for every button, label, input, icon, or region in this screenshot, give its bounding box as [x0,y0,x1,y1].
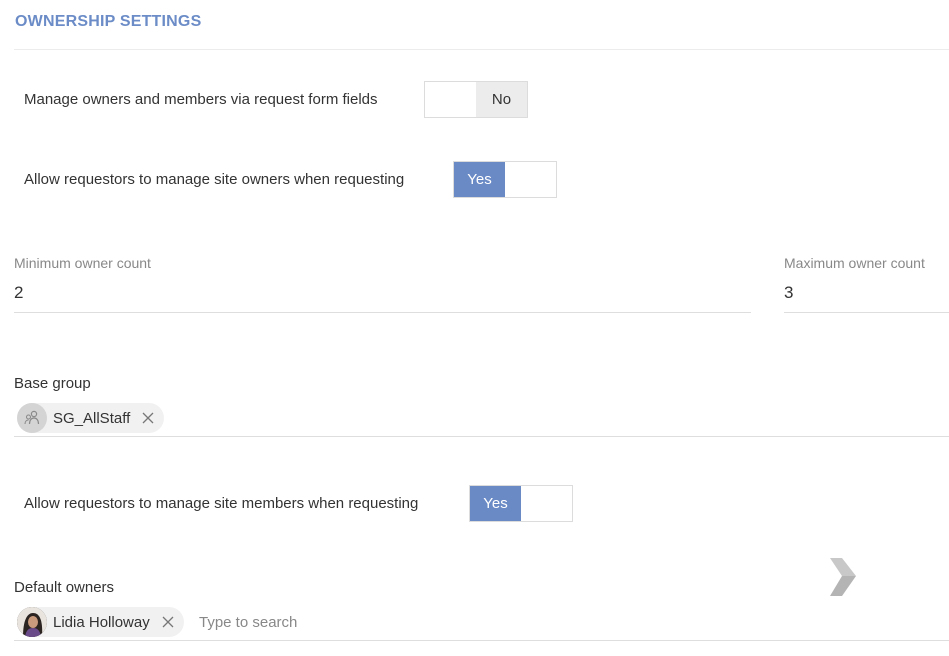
default-owners-underline [14,640,949,641]
toggle-state-yes: Yes [470,486,521,521]
min-owner-count-input[interactable]: 2 [14,283,23,303]
close-icon[interactable] [160,614,176,630]
manage-members-label: Allow requestors to manage site members … [24,495,419,512]
manage-via-form-toggle[interactable]: No [424,81,528,118]
min-owner-count-underline [14,312,751,313]
max-owner-count-input[interactable]: 3 [784,283,793,303]
close-icon[interactable] [140,410,156,426]
toggle-on-blank [505,162,556,197]
default-owner-chip-label: Lidia Holloway [53,613,150,631]
manage-members-row: Allow requestors to manage site members … [24,485,418,522]
base-group-label: Base group [14,375,91,392]
manage-members-toggle[interactable]: Yes [469,485,573,522]
group-icon [17,403,47,433]
user-avatar [17,607,47,637]
manage-owners-label: Allow requestors to manage site owners w… [24,171,405,188]
manage-via-form-label: Manage owners and members via request fo… [24,91,378,108]
manage-owners-toggle[interactable]: Yes [453,161,557,198]
max-owner-count-label: Maximum owner count [784,255,925,271]
toggle-on-blank [521,486,572,521]
title-divider [14,49,949,50]
default-owners-search-input[interactable] [199,610,499,634]
toggle-state-yes: Yes [454,162,505,197]
base-group-underline [14,436,949,437]
section-title: OWNERSHIP SETTINGS [15,13,202,30]
toggle-off-blank [425,82,476,117]
base-group-chip: SG_AllStaff [17,403,165,433]
chevron-logo-icon [830,558,856,596]
ownership-settings-page: OWNERSHIP SETTINGS Manage owners and mem… [0,0,949,656]
min-owner-count-label: Minimum owner count [14,255,151,271]
toggle-state-no: No [476,82,527,117]
default-owners-label: Default owners [14,579,115,596]
max-owner-count-underline [784,312,949,313]
default-owner-chip: Lidia Holloway [17,607,184,637]
manage-owners-row: Allow requestors to manage site owners w… [24,161,404,198]
base-group-chip-label: SG_AllStaff [53,409,131,427]
manage-via-form-row: Manage owners and members via request fo… [24,81,378,118]
